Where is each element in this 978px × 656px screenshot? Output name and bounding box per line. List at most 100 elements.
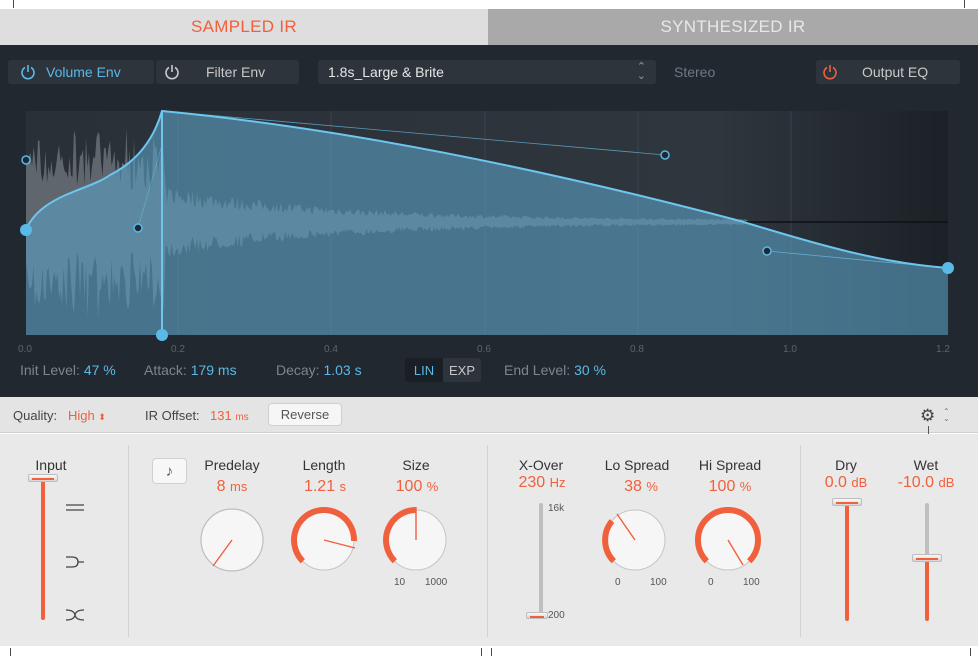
dry-fader-handle[interactable] [832,498,862,506]
dry-fader-track[interactable] [845,503,849,621]
stereo-mode-icon[interactable] [66,504,84,511]
input-fader-track[interactable] [41,478,45,620]
gear-icon[interactable]: ⚙ [920,406,935,426]
wet-fader-handle[interactable] [912,554,942,562]
wet-readout[interactable]: -10.0 dB [871,474,978,492]
length-knob[interactable] [287,503,361,577]
wet-label: Wet [913,457,939,473]
size-label: Size [402,457,430,473]
length-label: Length [302,457,346,473]
init-level-param[interactable]: Init Level: 47 % [20,362,116,378]
attack-curve-handle[interactable] [133,223,143,233]
xover-label: X-Over [518,457,564,473]
input-mode-icons [65,504,85,621]
size-unit: % [426,479,439,494]
hi-spread-min-label: 0 [708,577,714,588]
end-curve-handle[interactable] [762,246,772,256]
attack-value[interactable]: 179 ms [191,362,237,378]
mono-sum-icon[interactable] [66,556,84,568]
decay-param[interactable]: Decay: 1.03 s [276,362,362,378]
lo-spread-knob[interactable] [598,503,672,577]
envelope-display[interactable] [0,45,978,345]
init-level-handle[interactable] [20,224,32,236]
wet-unit: dB [938,475,955,490]
predelay-unit: ms [230,479,248,494]
lo-spread-max-label: 100 [650,577,667,588]
chevron-updown-icon[interactable]: ⌃ ⌄ [943,408,950,423]
input-fader-handle[interactable] [28,474,58,482]
wet-value: -10.0 [897,474,935,491]
hi-spread-max-label: 100 [743,577,760,588]
input-label: Input [35,457,67,473]
hi-spread-unit: % [739,479,752,494]
decay-curve-handle[interactable] [660,150,670,160]
time-tick: 0.4 [324,344,338,355]
lin-button[interactable]: LIN [405,358,443,382]
ir-offset-control[interactable]: 131 ms [210,408,249,423]
size-max-label: 1000 [425,577,448,588]
xover-fader-track[interactable] [539,503,543,619]
init-level-value[interactable]: 47 % [84,362,116,378]
hi-spread-value: 100 [708,478,736,495]
ir-offset-value: 131 [210,408,232,423]
lo-spread-value: 38 [624,478,642,495]
predelay-knob[interactable] [195,503,269,577]
crop-mark [970,648,971,656]
attack-time-handle[interactable] [156,329,168,341]
ir-offset-unit: ms [235,412,249,423]
size-readout[interactable]: 100 % [362,478,472,496]
init-level-label: Init Level: [20,362,80,378]
time-tick: 0.2 [171,344,185,355]
attack-label: Attack: [144,362,187,378]
quality-bar: Quality: High ⬍ IR Offset: 131 ms Revers… [0,397,978,433]
end-level-value[interactable]: 30 % [574,362,606,378]
wet-fader-track-upper[interactable] [925,503,929,558]
hi-spread-readout[interactable]: 100 % [675,478,785,496]
lo-spread-min-label: 0 [615,577,621,588]
quality-select[interactable]: High ⬍ [68,408,106,423]
time-tick: 0.6 [477,344,491,355]
divider [128,445,129,637]
attack-param[interactable]: Attack: 179 ms [144,362,237,378]
end-level-param[interactable]: End Level: 30 % [504,362,606,378]
crop-mark [13,0,14,8]
size-value: 100 [395,478,423,495]
hi-spread-knob[interactable] [691,503,765,577]
swap-channels-icon[interactable] [65,609,85,621]
init-curve-handle[interactable] [21,155,31,165]
xover-min-label: 200 [548,610,565,621]
lo-spread-unit: % [646,479,658,494]
end-level-handle[interactable] [942,262,954,274]
xover-fader-handle[interactable] [526,612,548,619]
crop-mark [964,0,965,8]
size-min-label: 10 [394,577,406,588]
xover-readout[interactable]: 230 Hz [487,474,597,492]
xover-unit: Hz [549,475,566,490]
dry-unit: dB [851,475,868,490]
time-tick: 1.0 [783,344,797,355]
ir-offset-label: IR Offset: [145,408,200,423]
tab-sampled-ir-label: SAMPLED IR [191,17,297,36]
dry-value: 0.0 [824,474,847,491]
quality-label: Quality: [13,408,58,423]
tab-synthesized-ir-label: SYNTHESIZED IR [660,17,806,36]
predelay-label: Predelay [204,457,260,473]
exp-button[interactable]: EXP [443,358,481,382]
xover-max-label: 16k [548,503,565,514]
quality-value: High [68,408,95,423]
reverse-button[interactable]: Reverse [268,403,342,426]
wet-fader-track-lower[interactable] [925,558,929,621]
curve-mode-toggle[interactable]: LIN EXP [405,358,481,382]
hi-spread-label: Hi Spread [698,457,762,473]
lo-spread-label: Lo Spread [604,457,670,473]
size-knob[interactable] [379,503,453,577]
tab-sampled-ir[interactable]: SAMPLED IR [0,9,488,45]
chevron-updown-icon: ⬍ [98,412,106,422]
tab-synthesized-ir[interactable]: SYNTHESIZED IR [488,9,978,45]
decay-value[interactable]: 1.03 s [323,362,361,378]
crop-mark [491,648,492,656]
music-note-icon: ♪ [165,462,174,480]
length-unit: s [339,479,347,494]
predelay-value: 8 [216,478,226,495]
time-tick: 0.0 [18,344,32,355]
